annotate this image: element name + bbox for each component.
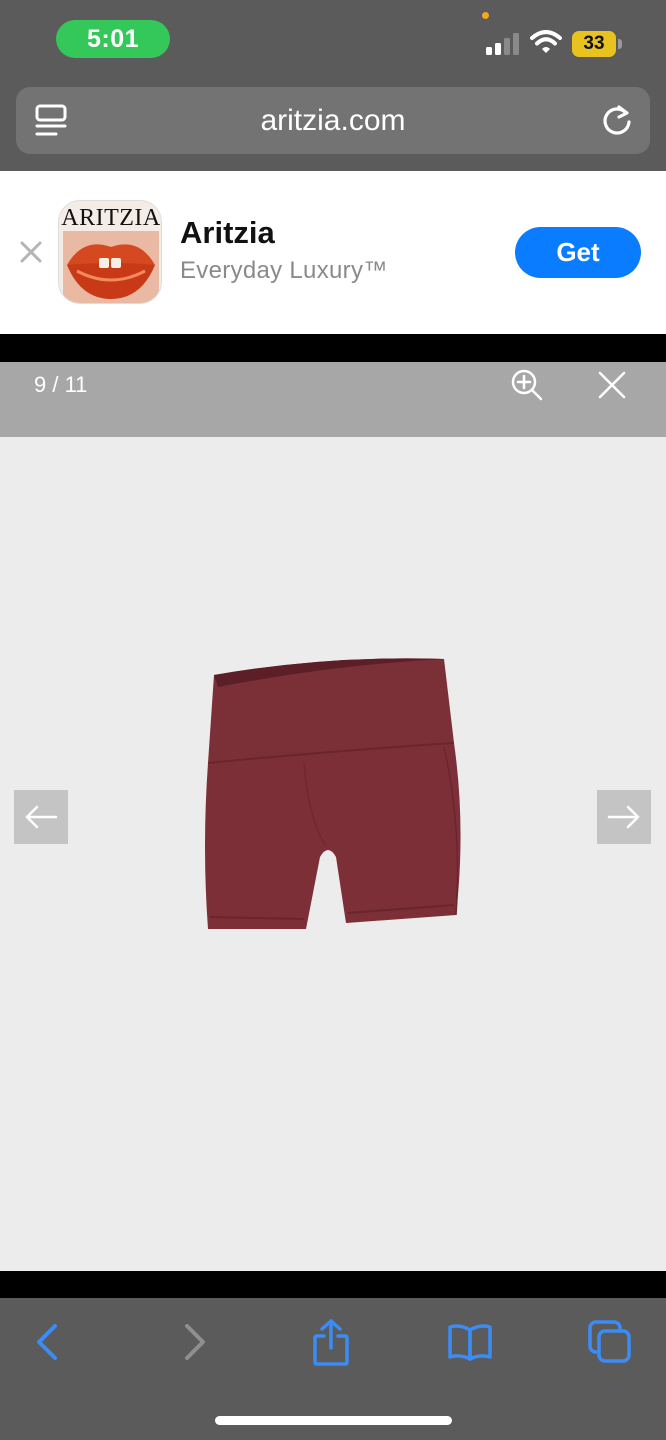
wifi-icon (530, 30, 562, 53)
gallery-stage (0, 437, 666, 1271)
smart-app-banner: ARITZIA Aritzia Everyday Luxury™ Get (0, 171, 666, 334)
address-domain[interactable]: aritzia.com (16, 87, 650, 154)
battery-indicator: 33 (572, 31, 622, 57)
app-tagline: Everyday Luxury™ (180, 257, 388, 284)
image-counter: 9 / 11 (34, 372, 88, 397)
battery-level: 33 (572, 31, 616, 57)
app-name: Aritzia (180, 215, 275, 250)
product-image-shorts[interactable] (200, 647, 470, 937)
status-time[interactable]: 5:01 (56, 20, 170, 58)
close-banner-icon[interactable] (18, 239, 44, 265)
viewer-bottom-border (0, 1271, 666, 1298)
previous-image-button[interactable] (14, 790, 68, 844)
arrow-left-icon (25, 805, 58, 829)
get-app-button[interactable]: Get (515, 227, 641, 278)
bookmarks-button[interactable] (446, 1318, 494, 1366)
browser-top-chrome: 5:01 33 aritzia.com (0, 0, 666, 171)
home-indicator[interactable] (215, 1416, 452, 1425)
zoom-in-icon[interactable] (510, 368, 544, 402)
share-icon (313, 1319, 349, 1366)
browser-toolbar (0, 1298, 666, 1440)
battery-tip (618, 39, 622, 49)
share-button[interactable] (307, 1318, 355, 1366)
chevron-left-icon (37, 1324, 57, 1360)
reload-icon[interactable] (599, 102, 635, 138)
tabs-icon (588, 1320, 631, 1363)
address-bar[interactable]: aritzia.com (16, 87, 650, 154)
forward-button[interactable] (170, 1318, 218, 1366)
app-icon[interactable]: ARITZIA (58, 200, 162, 304)
back-button[interactable] (24, 1318, 72, 1366)
lips-artwork (63, 231, 159, 303)
tabs-button[interactable] (586, 1318, 634, 1366)
book-icon (448, 1324, 492, 1361)
arrow-right-icon (607, 805, 640, 829)
chevron-right-icon (185, 1324, 205, 1360)
next-image-button[interactable] (597, 790, 651, 844)
privacy-indicator-dot (482, 12, 489, 19)
app-icon-wordmark: ARITZIA (61, 205, 161, 231)
close-icon[interactable] (597, 370, 627, 400)
cellular-signal-icon (486, 33, 519, 55)
gallery-header: 9 / 11 (0, 362, 666, 437)
viewer-top-border (0, 334, 666, 362)
